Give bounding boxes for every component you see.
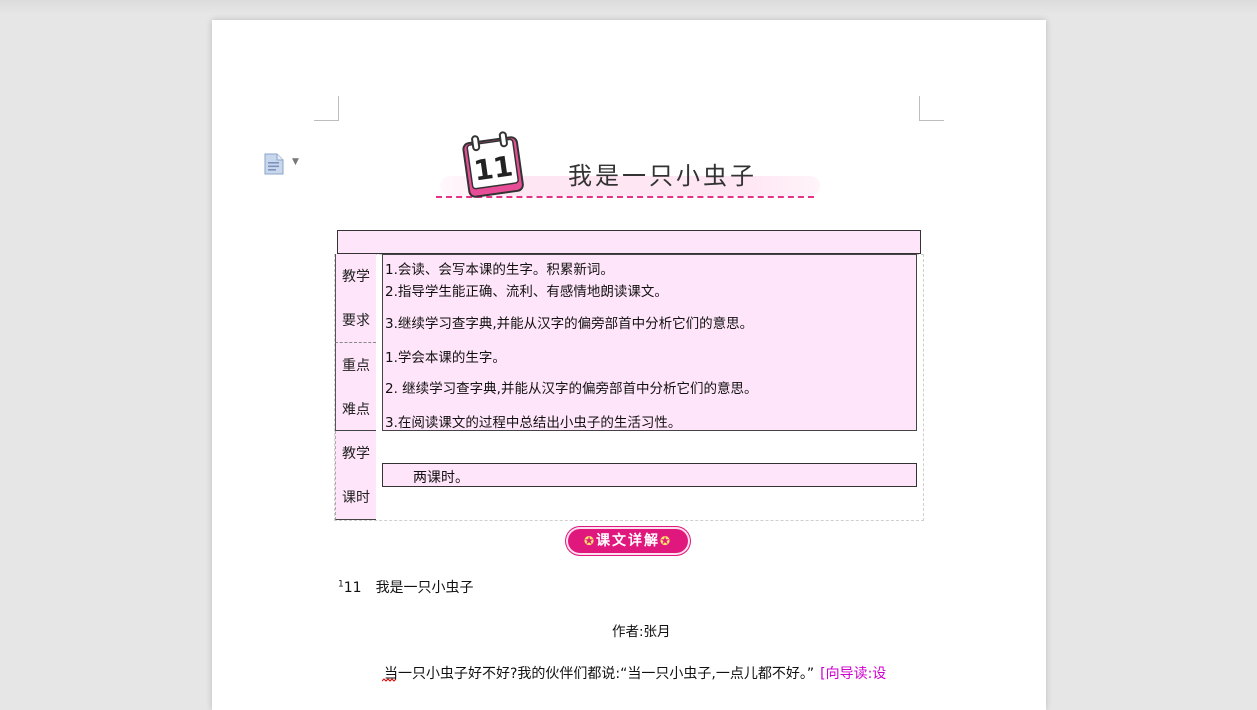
calendar-number: 11 xyxy=(472,149,515,187)
chevron-down-icon: ▼ xyxy=(292,157,299,167)
body-paragraph[interactable]: 当一只小虫子好不好?我的伙伴们都说:“当一只小虫子,一点儿都不好。” [向导读:设 xyxy=(382,663,886,683)
class-hours-cell[interactable]: 两课时。 xyxy=(382,463,917,487)
page-title: 我是一只小虫子 xyxy=(568,162,757,190)
footnote-marker: 1 xyxy=(338,579,344,590)
guide-annotation[interactable]: [向导读:设 xyxy=(820,666,886,682)
document-page[interactable]: ▼ 11 我是一只小虫子 教学 要求 重点 难点 教学 课时 1.会读、会写本课… xyxy=(212,20,1046,710)
label-bottom: 难点 xyxy=(342,402,370,418)
author-line[interactable]: 作者:张月 xyxy=(612,620,671,640)
key-point-line: 3.在阅读课文的过程中总结出小虫子的生活习性。 xyxy=(385,415,682,431)
document-icon xyxy=(264,153,284,175)
requirements-cell[interactable]: 1.会读、会写本课的生字。积累新词。 2.指导学生能正确、流利、有感情地朗读课文… xyxy=(382,254,917,344)
paragraph-text: 当一只小虫子好不好?我的伙伴们都说:“当一只小虫子,一点儿都不好。” xyxy=(384,666,815,682)
calendar-icon: 11 xyxy=(462,131,524,198)
lesson-title-banner: 11 我是一只小虫子 xyxy=(434,126,824,208)
class-hours-text: 两课时。 xyxy=(413,470,469,486)
section-badge: ✪课文详解✪ xyxy=(568,529,688,553)
key-points-cell[interactable]: 1.学会本课的生字。 2. 继续学习查字典,并能从汉字的偏旁部首中分析它们的意思… xyxy=(382,343,917,431)
label-top: 教学 xyxy=(342,269,370,285)
label-bottom: 要求 xyxy=(342,313,370,329)
star-icon: ✪ xyxy=(583,534,596,548)
lesson-heading[interactable]: 111 我是一只小虫子 xyxy=(338,577,474,597)
window-top-shade xyxy=(0,0,1257,14)
label-top: 教学 xyxy=(342,446,370,462)
lesson-number: 11 xyxy=(343,580,362,596)
margin-corner-top-left xyxy=(314,96,339,121)
label-top: 重点 xyxy=(342,358,370,374)
row-label-key-points[interactable]: 重点 难点 xyxy=(335,343,376,431)
key-point-line: 1.学会本课的生字。 xyxy=(385,350,506,366)
star-icon: ✪ xyxy=(660,534,673,548)
requirement-line: 3.继续学习查字典,并能从汉字的偏旁部首中分析它们的意思。 xyxy=(385,316,754,332)
row-label-requirements[interactable]: 教学 要求 xyxy=(335,254,376,343)
requirement-line: 2.指导学生能正确、流利、有感情地朗读课文。 xyxy=(385,284,668,300)
key-point-line: 2. 继续学习查字典,并能从汉字的偏旁部首中分析它们的意思。 xyxy=(385,381,758,397)
requirement-line: 1.会读、会写本课的生字。积累新词。 xyxy=(385,262,614,278)
label-bottom: 课时 xyxy=(342,490,370,506)
table-header-blank-row[interactable] xyxy=(337,230,921,254)
lesson-heading-title: 我是一只小虫子 xyxy=(375,580,474,596)
paste-options-button[interactable]: ▼ xyxy=(264,153,304,175)
section-badge-label: 课文详解 xyxy=(596,533,660,549)
row-label-class-hours[interactable]: 教学 课时 xyxy=(335,431,376,520)
margin-corner-top-right xyxy=(919,96,944,121)
